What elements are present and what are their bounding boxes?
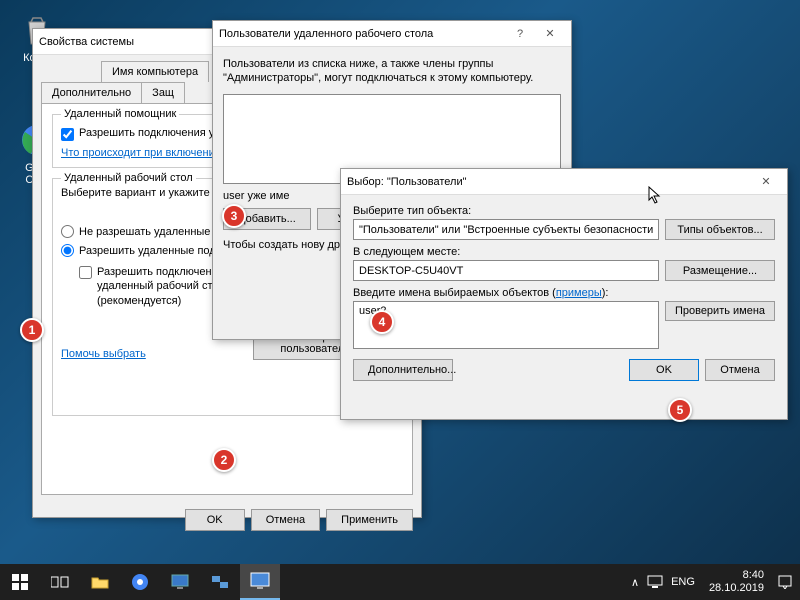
location-button[interactable]: Размещение...: [665, 260, 775, 281]
group-title: Удаленный рабочий стол: [61, 172, 196, 184]
select-users-window: Выбор: "Пользователи" ✕ Выберите тип объ…: [340, 168, 788, 420]
location-label: В следующем месте:: [353, 246, 775, 258]
chrome-taskbar-icon[interactable]: [120, 564, 160, 600]
location-field: [353, 260, 659, 281]
titlebar[interactable]: Выбор: "Пользователи" ✕: [341, 169, 787, 195]
checkbox-input[interactable]: [79, 266, 92, 279]
checkbox-input[interactable]: [61, 128, 74, 141]
tab-additional[interactable]: Дополнительно: [41, 82, 142, 103]
taskview-icon[interactable]: [40, 564, 80, 600]
help-choose-link[interactable]: Помочь выбрать: [61, 348, 146, 360]
system-properties-taskbar-icon[interactable]: [240, 564, 280, 600]
cancel-button[interactable]: Отмена: [705, 359, 775, 381]
what-happens-link[interactable]: Что происходит при включени: [61, 147, 215, 159]
object-type-field: [353, 219, 659, 240]
names-input[interactable]: user2: [353, 301, 659, 349]
window-title: Пользователи удаленного рабочего стола: [219, 28, 505, 40]
tab-computer-name[interactable]: Имя компьютера: [101, 61, 209, 82]
tab-protection[interactable]: Защ: [141, 82, 185, 103]
ok-button[interactable]: OK: [185, 509, 245, 531]
ok-button[interactable]: OK: [629, 359, 699, 381]
explorer-icon[interactable]: [80, 564, 120, 600]
date: 28.10.2019: [709, 582, 764, 595]
start-button[interactable]: [0, 564, 40, 600]
notifications-icon[interactable]: [778, 575, 792, 589]
marker-1: 1: [20, 318, 44, 342]
taskbar: ∧ ENG 8:40 28.10.2019: [0, 564, 800, 600]
group-title: Удаленный помощник: [61, 108, 179, 120]
radio-input[interactable]: [61, 225, 74, 238]
close-button[interactable]: ✕: [535, 23, 565, 45]
cursor-icon: [648, 186, 662, 204]
check-names-button[interactable]: Проверить имена: [665, 301, 775, 321]
titlebar[interactable]: Пользователи удаленного рабочего стола ?…: [213, 21, 571, 47]
cancel-button[interactable]: Отмена: [251, 509, 320, 531]
marker-5: 5: [668, 398, 692, 422]
object-types-button[interactable]: Типы объектов...: [665, 219, 775, 240]
help-button[interactable]: ?: [505, 23, 535, 45]
radio-input[interactable]: [61, 244, 74, 257]
marker-4: 4: [370, 310, 394, 334]
time: 8:40: [709, 569, 764, 582]
instruction-text: Пользователи из списка ниже, а также чле…: [223, 57, 561, 86]
marker-2: 2: [212, 448, 236, 472]
apply-button[interactable]: Применить: [326, 509, 413, 531]
tray-monitor-icon[interactable]: [647, 575, 663, 589]
names-label: Введите имена выбираемых объектов (приме…: [353, 287, 775, 299]
monitor-icon[interactable]: [160, 564, 200, 600]
marker-3: 3: [222, 204, 246, 228]
examples-link[interactable]: примеры: [556, 287, 602, 299]
close-button[interactable]: ✕: [751, 171, 781, 193]
network-icon[interactable]: [200, 564, 240, 600]
object-type-label: Выберите тип объекта:: [353, 205, 775, 217]
language-indicator[interactable]: ENG: [671, 576, 695, 588]
clock[interactable]: 8:40 28.10.2019: [703, 569, 770, 595]
window-title: Выбор: "Пользователи": [347, 176, 751, 188]
advanced-button[interactable]: Дополнительно...: [353, 359, 453, 381]
tray-chevron-icon[interactable]: ∧: [631, 576, 639, 589]
system-tray: ∧ ENG 8:40 28.10.2019: [631, 569, 800, 595]
